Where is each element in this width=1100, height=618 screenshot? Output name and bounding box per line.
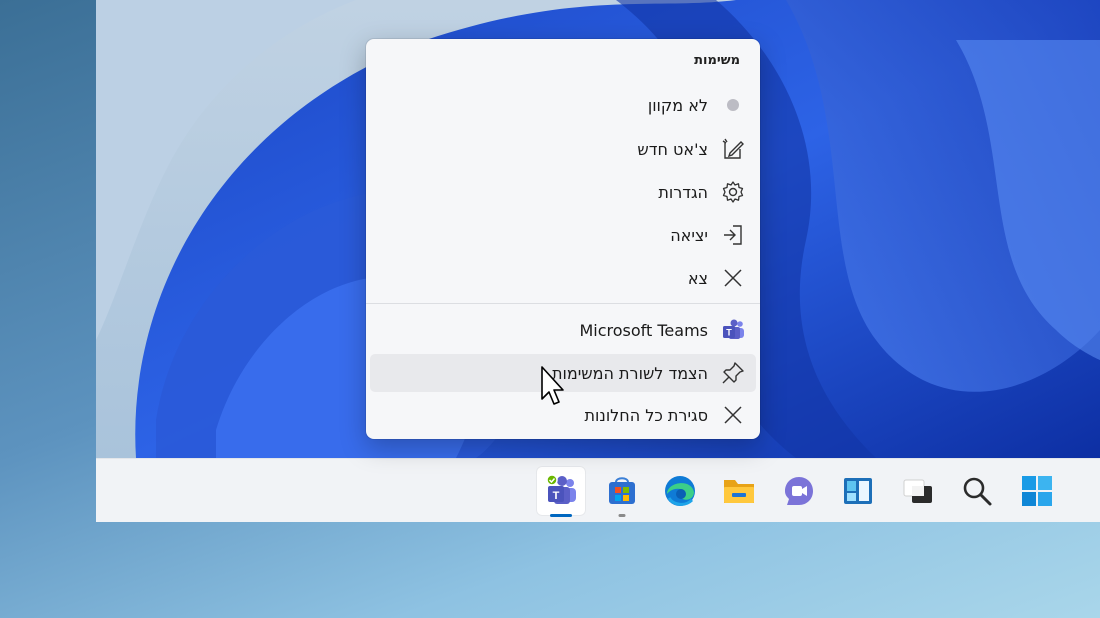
task-sign-out[interactable]: יציאה xyxy=(370,216,756,254)
jump-list-separator xyxy=(366,303,760,304)
teams-icon: T xyxy=(720,317,746,343)
task-label: לא מקוון xyxy=(647,95,708,115)
taskbar-search-button[interactable] xyxy=(952,466,1002,516)
taskbar-chat-button[interactable] xyxy=(774,466,824,516)
taskbar-edge-button[interactable] xyxy=(655,466,705,516)
taskbar-widgets-button[interactable] xyxy=(833,466,883,516)
taskbar-task-view-button[interactable] xyxy=(892,466,942,516)
start-icon xyxy=(1022,476,1052,506)
task-label: צ'אט חדש xyxy=(637,139,708,159)
svg-text:T: T xyxy=(553,490,560,502)
taskbar-file-explorer-button[interactable] xyxy=(714,466,764,516)
mouse-cursor xyxy=(541,366,564,405)
running-indicator xyxy=(618,514,626,517)
action-label: סגירת כל החלונות xyxy=(584,405,708,425)
search-icon xyxy=(963,477,992,506)
task-status-offline[interactable]: לא מקוון xyxy=(370,86,756,124)
taskbar-teams-button[interactable]: T xyxy=(536,466,586,517)
status-dot-icon xyxy=(720,92,746,118)
svg-text:T: T xyxy=(726,328,732,338)
teams-icon: T xyxy=(546,474,576,504)
jump-list-header: משימות xyxy=(694,53,740,68)
file-explorer-icon xyxy=(724,480,754,503)
edge-icon xyxy=(665,476,695,506)
store-icon xyxy=(609,477,635,504)
gear-icon xyxy=(720,179,746,205)
task-quit[interactable]: צא xyxy=(370,259,756,297)
task-label: יציאה xyxy=(670,225,708,245)
task-settings[interactable]: הגדרות xyxy=(370,173,756,211)
new-chat-icon xyxy=(720,136,746,162)
task-label: הגדרות xyxy=(658,182,708,202)
taskbar-start-button[interactable] xyxy=(1012,466,1062,516)
open-teams-app[interactable]: T Microsoft Teams xyxy=(370,311,756,349)
teams-chat-icon xyxy=(785,477,813,505)
task-view-icon xyxy=(903,479,932,503)
action-label: הצמד לשורת המשימות xyxy=(551,363,708,383)
widgets-icon xyxy=(844,478,872,504)
app-label: Microsoft Teams xyxy=(579,320,708,340)
pin-icon xyxy=(720,360,746,386)
task-label: צא xyxy=(687,268,708,288)
task-new-chat[interactable]: צ'אט חדש xyxy=(370,130,756,168)
taskbar-store-button[interactable] xyxy=(597,466,647,517)
close-icon xyxy=(720,402,746,428)
taskbar: T xyxy=(96,458,1100,522)
sign-out-icon xyxy=(720,222,746,248)
close-icon xyxy=(720,265,746,291)
active-indicator xyxy=(550,514,572,517)
